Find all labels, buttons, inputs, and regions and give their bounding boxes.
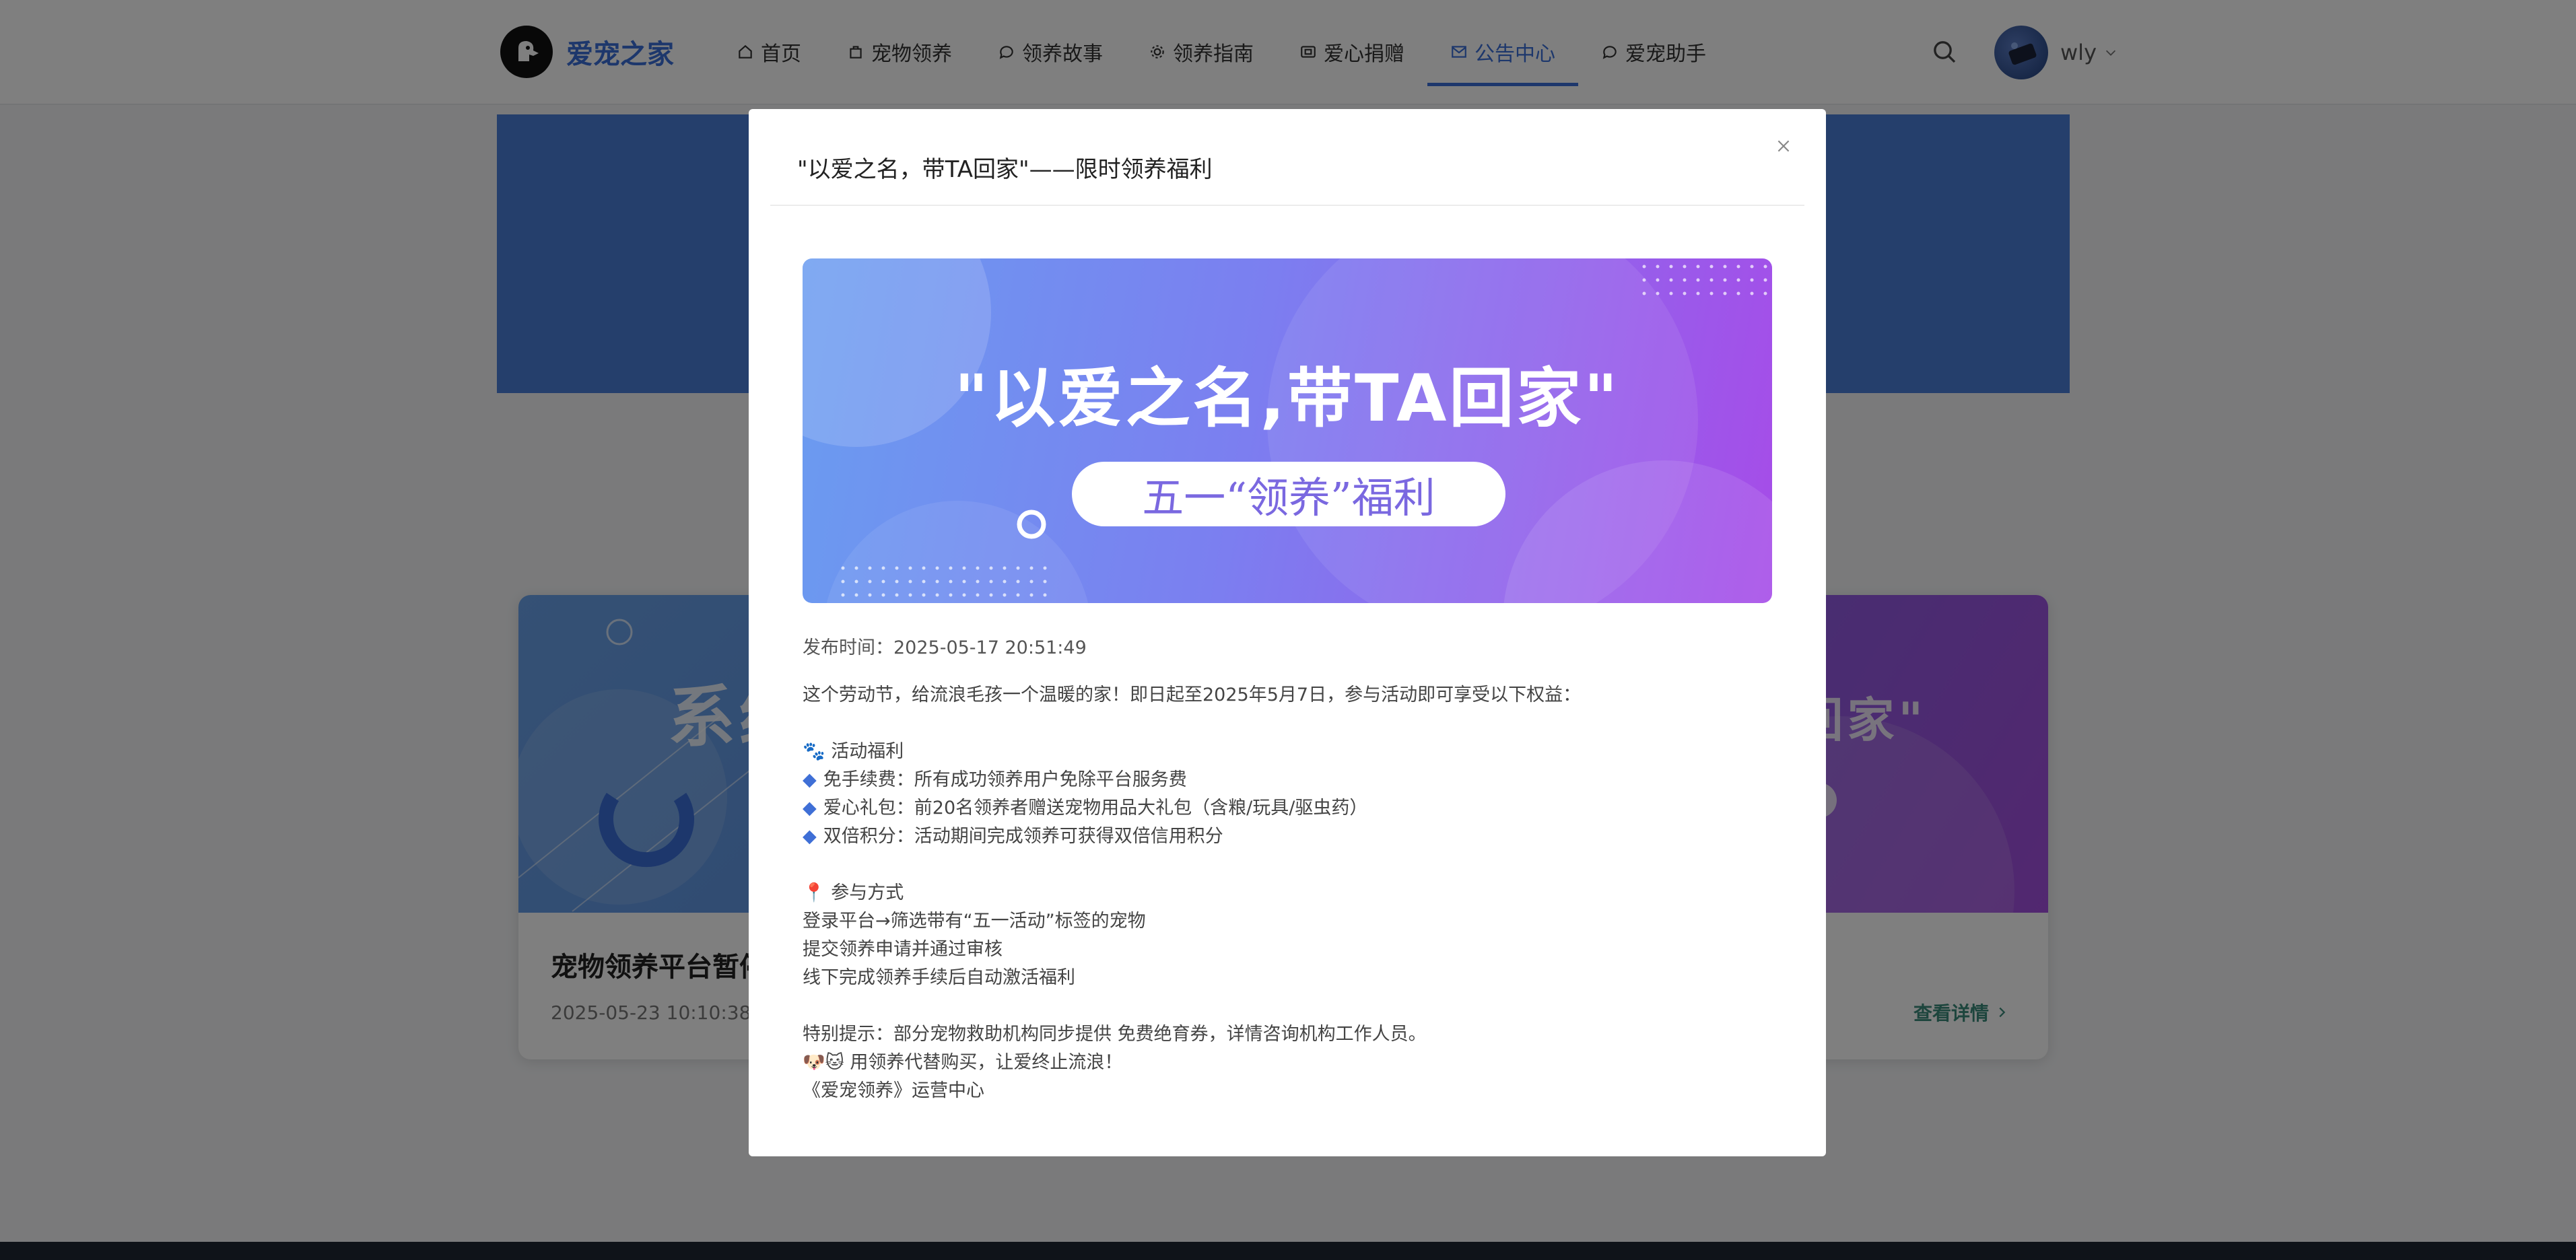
- tip-text: 特别提示：部分宠物救助机构同步提供 免费绝育券，详情咨询机构工作人员。: [803, 1024, 1427, 1045]
- slogan-text: 🐶🐱 用领养代替购买，让爱终止流浪！: [803, 1052, 1123, 1073]
- signature-text: 《爱宠领养》运营中心: [803, 1080, 984, 1101]
- announcement-banner: "以爱之名,带TA回家" 五一“领养”福利: [803, 258, 1772, 603]
- step-item: 线下完成领养手续后自动激活福利: [803, 967, 1075, 988]
- diamond-icon: ◆: [803, 826, 817, 847]
- close-button[interactable]: [1767, 129, 1800, 163]
- intro-text: 这个劳动节，给流浪毛孩一个温暖的家！即日起至2025年5月7日，参与活动即可享受…: [803, 685, 1582, 705]
- benefits-heading: 🐾 活动福利: [803, 741, 904, 762]
- publish-value: 2025-05-17 20:51:49: [893, 637, 1087, 658]
- close-icon: [1777, 140, 1790, 152]
- modal-title: "以爱之名，带TA回家"——限时领养福利: [797, 156, 1213, 183]
- step-item: 登录平台→筛选带有“五一活动”标签的宠物: [803, 911, 1146, 932]
- banner-subtitle-pill: 五一“领养”福利: [1072, 462, 1505, 526]
- benefit-item: ◆ 双倍积分：活动期间完成领养可获得双倍信用积分: [803, 826, 1223, 847]
- modal-divider: [770, 205, 1804, 206]
- banner-headline: "以爱之名,带TA回家": [954, 361, 1621, 436]
- announcement-modal: "以爱之名，带TA回家"——限时领养福利 "以爱之名,带TA回家" 五一“领养”…: [749, 109, 1826, 1156]
- steps-heading: 📍 参与方式: [803, 882, 904, 903]
- diamond-icon: ◆: [803, 769, 817, 790]
- benefit-item: ◆ 爱心礼包：前20名领养者赠送宠物用品大礼包（含粮/玩具/驱虫药）: [803, 798, 1368, 818]
- publish-time: 发布时间：2025-05-17 20:51:49: [803, 634, 1772, 662]
- publish-label: 发布时间：: [803, 637, 893, 658]
- announcement-content: 发布时间：2025-05-17 20:51:49 这个劳动节，给流浪毛孩一个温暖…: [803, 634, 1772, 1105]
- step-item: 提交领养申请并通过审核: [803, 939, 1003, 960]
- benefit-item: ◆ 免手续费：所有成功领养用户免除平台服务费: [803, 769, 1187, 790]
- diamond-icon: ◆: [803, 798, 817, 818]
